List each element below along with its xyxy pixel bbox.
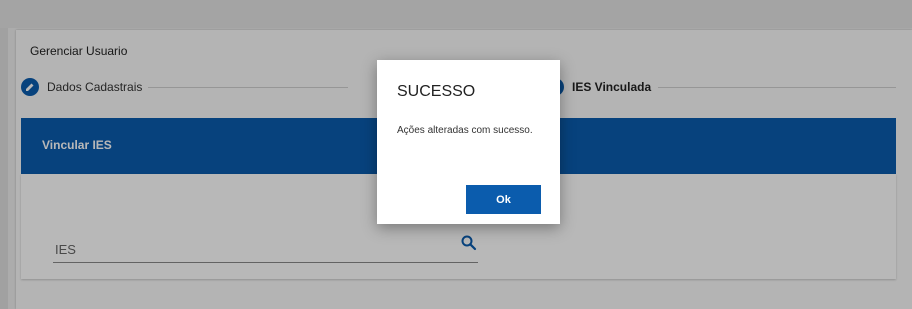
dialog-message: Ações alteradas com sucesso. [397,125,533,136]
dialog-title: SUCESSO [397,83,476,100]
ok-button[interactable]: Ok [466,185,541,214]
success-dialog: SUCESSO Ações alteradas com sucesso. Ok [377,60,560,224]
